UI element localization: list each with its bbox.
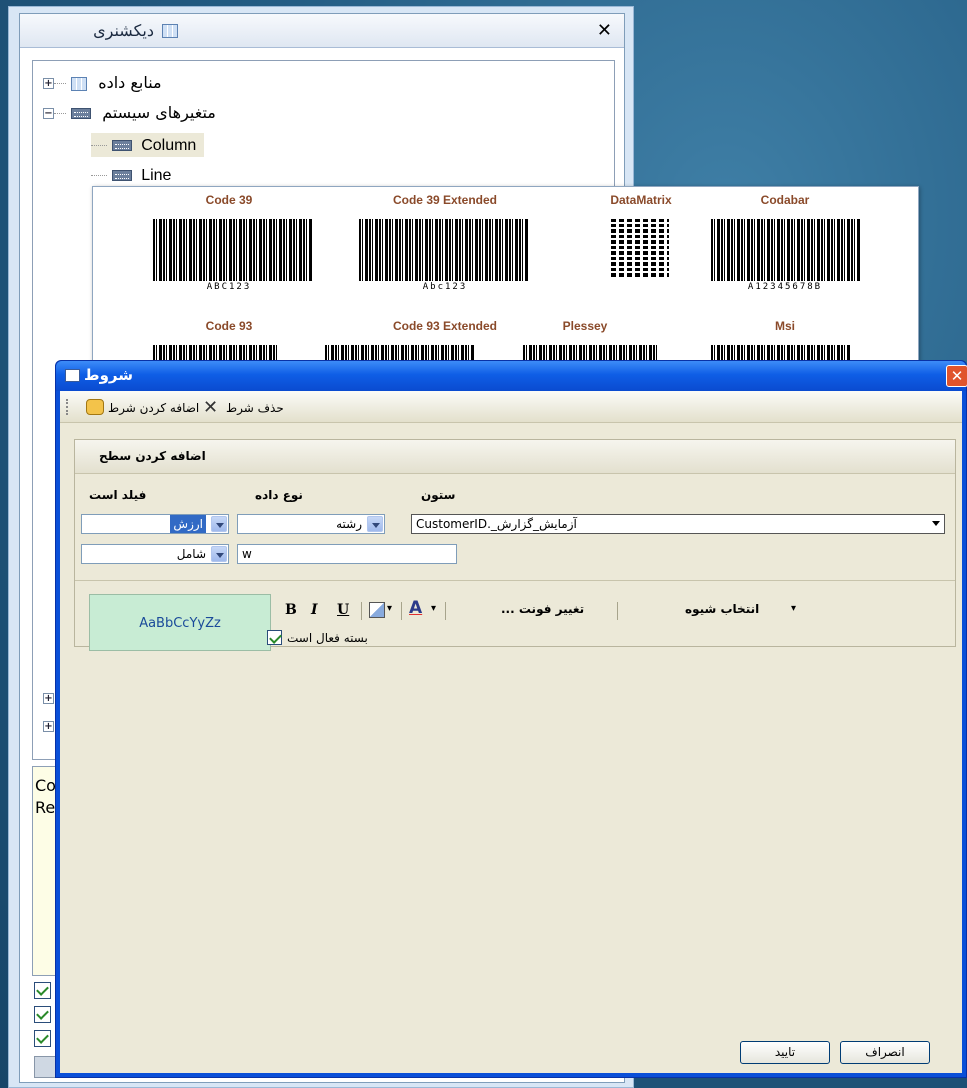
conditions-icon	[65, 369, 80, 382]
barcode-label: Msi	[774, 319, 795, 333]
expand-icon[interactable]: +	[43, 693, 54, 704]
tree-item-label: Line	[141, 167, 172, 184]
chevron-down-icon[interactable]	[211, 516, 227, 532]
data-type-select[interactable]: رشته	[237, 514, 385, 534]
choose-style-button[interactable]: انتخاب شیوه	[685, 602, 759, 616]
dictionary-titlebar: دیکشنری ✕	[20, 14, 624, 48]
ok-button[interactable]: تایید	[740, 1041, 830, 1064]
value-input[interactable]: w	[237, 544, 457, 564]
checkbox[interactable]	[34, 1030, 51, 1047]
variable-icon	[112, 170, 133, 181]
tree-item-data-sources[interactable]: + منابع داده	[43, 71, 162, 95]
data-type-value: رشته	[336, 517, 362, 531]
dialog-body: اضافه کردن شرط ✕ حذف شرط اضافه کردن سطح …	[60, 391, 962, 1073]
close-icon[interactable]: ✕	[946, 365, 967, 387]
tree-item-label: Column	[141, 137, 197, 154]
barcode-label: Code 39 Extended	[392, 193, 498, 207]
barcode-label: Codabar	[760, 193, 810, 207]
enabled-checkbox[interactable]	[267, 630, 282, 645]
chevron-down-icon[interactable]	[367, 516, 383, 532]
barcode-label: Code 39	[205, 193, 253, 207]
checkbox[interactable]	[34, 982, 51, 999]
expand-icon[interactable]: +	[43, 721, 54, 732]
expand-icon[interactable]: +	[43, 78, 54, 89]
chevron-down-icon[interactable]: ▾	[387, 603, 392, 614]
dialog-title: شروط	[84, 366, 133, 384]
dictionary-title: دیکشنری	[93, 21, 154, 40]
condition-header: اضافه کردن سطح	[75, 440, 955, 474]
operator-value: شامل	[176, 547, 206, 561]
data-type-label: نوع داده	[255, 488, 303, 502]
tree-item-system-variables[interactable]: − متغیرهای سیستم	[43, 101, 216, 125]
chevron-down-icon[interactable]: ▾	[791, 603, 796, 614]
checkbox[interactable]	[34, 1006, 51, 1023]
cancel-button[interactable]: انصراف	[840, 1041, 930, 1064]
barcode-bars	[153, 219, 313, 281]
font-color-button[interactable]: A	[409, 598, 422, 618]
chevron-down-icon[interactable]	[932, 521, 940, 526]
chevron-down-icon[interactable]: ▾	[431, 603, 436, 614]
variable-icon	[112, 140, 133, 151]
tree-item-line[interactable]: Line	[91, 163, 171, 187]
toolbar: اضافه کردن شرط ✕ حذف شرط	[60, 391, 962, 423]
condition-panel: اضافه کردن سطح فیلد است نوع داده ستون ار…	[74, 439, 956, 651]
underline-button[interactable]: U	[337, 602, 349, 618]
bold-button[interactable]: B	[285, 602, 297, 618]
barcode-preview: Code 39 ABC123 Code 39 Extended Abc123 D…	[92, 186, 919, 367]
separator	[361, 602, 362, 620]
tree-item-label: متغیرهای سیستم	[102, 103, 216, 122]
remove-condition-button[interactable]: حذف شرط	[226, 398, 284, 418]
edit-icon[interactable]	[34, 1056, 56, 1078]
change-font-button[interactable]: تغییر فونت ...	[501, 602, 584, 616]
style-preview: AaBbCcYyZz	[89, 594, 271, 651]
separator	[445, 602, 446, 620]
italic-button[interactable]: I	[311, 602, 318, 618]
barcode-text: ABC123	[206, 282, 252, 292]
table-icon	[71, 76, 88, 91]
field-is-value: ارزش	[170, 515, 206, 533]
value-input-text: w	[242, 547, 252, 561]
column-label: ستون	[421, 488, 456, 502]
field-is-select[interactable]: ارزش	[81, 514, 229, 534]
barcode-label: Plessey	[562, 319, 608, 333]
tree-item-column[interactable]: Column	[91, 133, 205, 157]
variable-icon	[71, 108, 92, 119]
dictionary-icon	[162, 24, 178, 38]
barcode-label: Code 93	[205, 319, 253, 333]
barcode-bars	[711, 219, 861, 281]
toolbar-grip[interactable]	[66, 399, 69, 415]
divider	[75, 580, 955, 581]
enabled-label: بسته فعال است	[287, 631, 368, 645]
field-is-label: فیلد است	[89, 488, 147, 502]
operator-select[interactable]: شامل	[81, 544, 229, 564]
barcode-text: A12345678B	[747, 282, 823, 292]
conditions-dialog: شروط ✕ اضافه کردن شرط ✕ حذف شرط اضافه کر…	[55, 360, 967, 1078]
separator	[617, 602, 618, 620]
datamatrix-code	[611, 219, 669, 277]
chevron-down-icon[interactable]	[211, 546, 227, 562]
column-select[interactable]: آزمایش_گزارش_.CustomerID	[411, 514, 945, 534]
barcode-text: Abc123	[422, 282, 468, 292]
separator	[401, 602, 402, 620]
add-condition-icon	[86, 399, 104, 415]
add-condition-button[interactable]: اضافه کردن شرط	[108, 398, 199, 418]
column-value: آزمایش_گزارش_.CustomerID	[416, 517, 577, 531]
delete-icon: ✕	[203, 397, 219, 418]
barcode-bars	[359, 219, 529, 281]
tree-item-label: منابع داده	[98, 73, 162, 92]
dialog-titlebar: شروط ✕	[56, 361, 967, 391]
collapse-icon[interactable]: −	[43, 108, 54, 119]
add-level-label: اضافه کردن سطح	[99, 449, 206, 463]
fill-color-icon[interactable]	[369, 602, 385, 618]
close-icon[interactable]: ✕	[597, 20, 612, 41]
